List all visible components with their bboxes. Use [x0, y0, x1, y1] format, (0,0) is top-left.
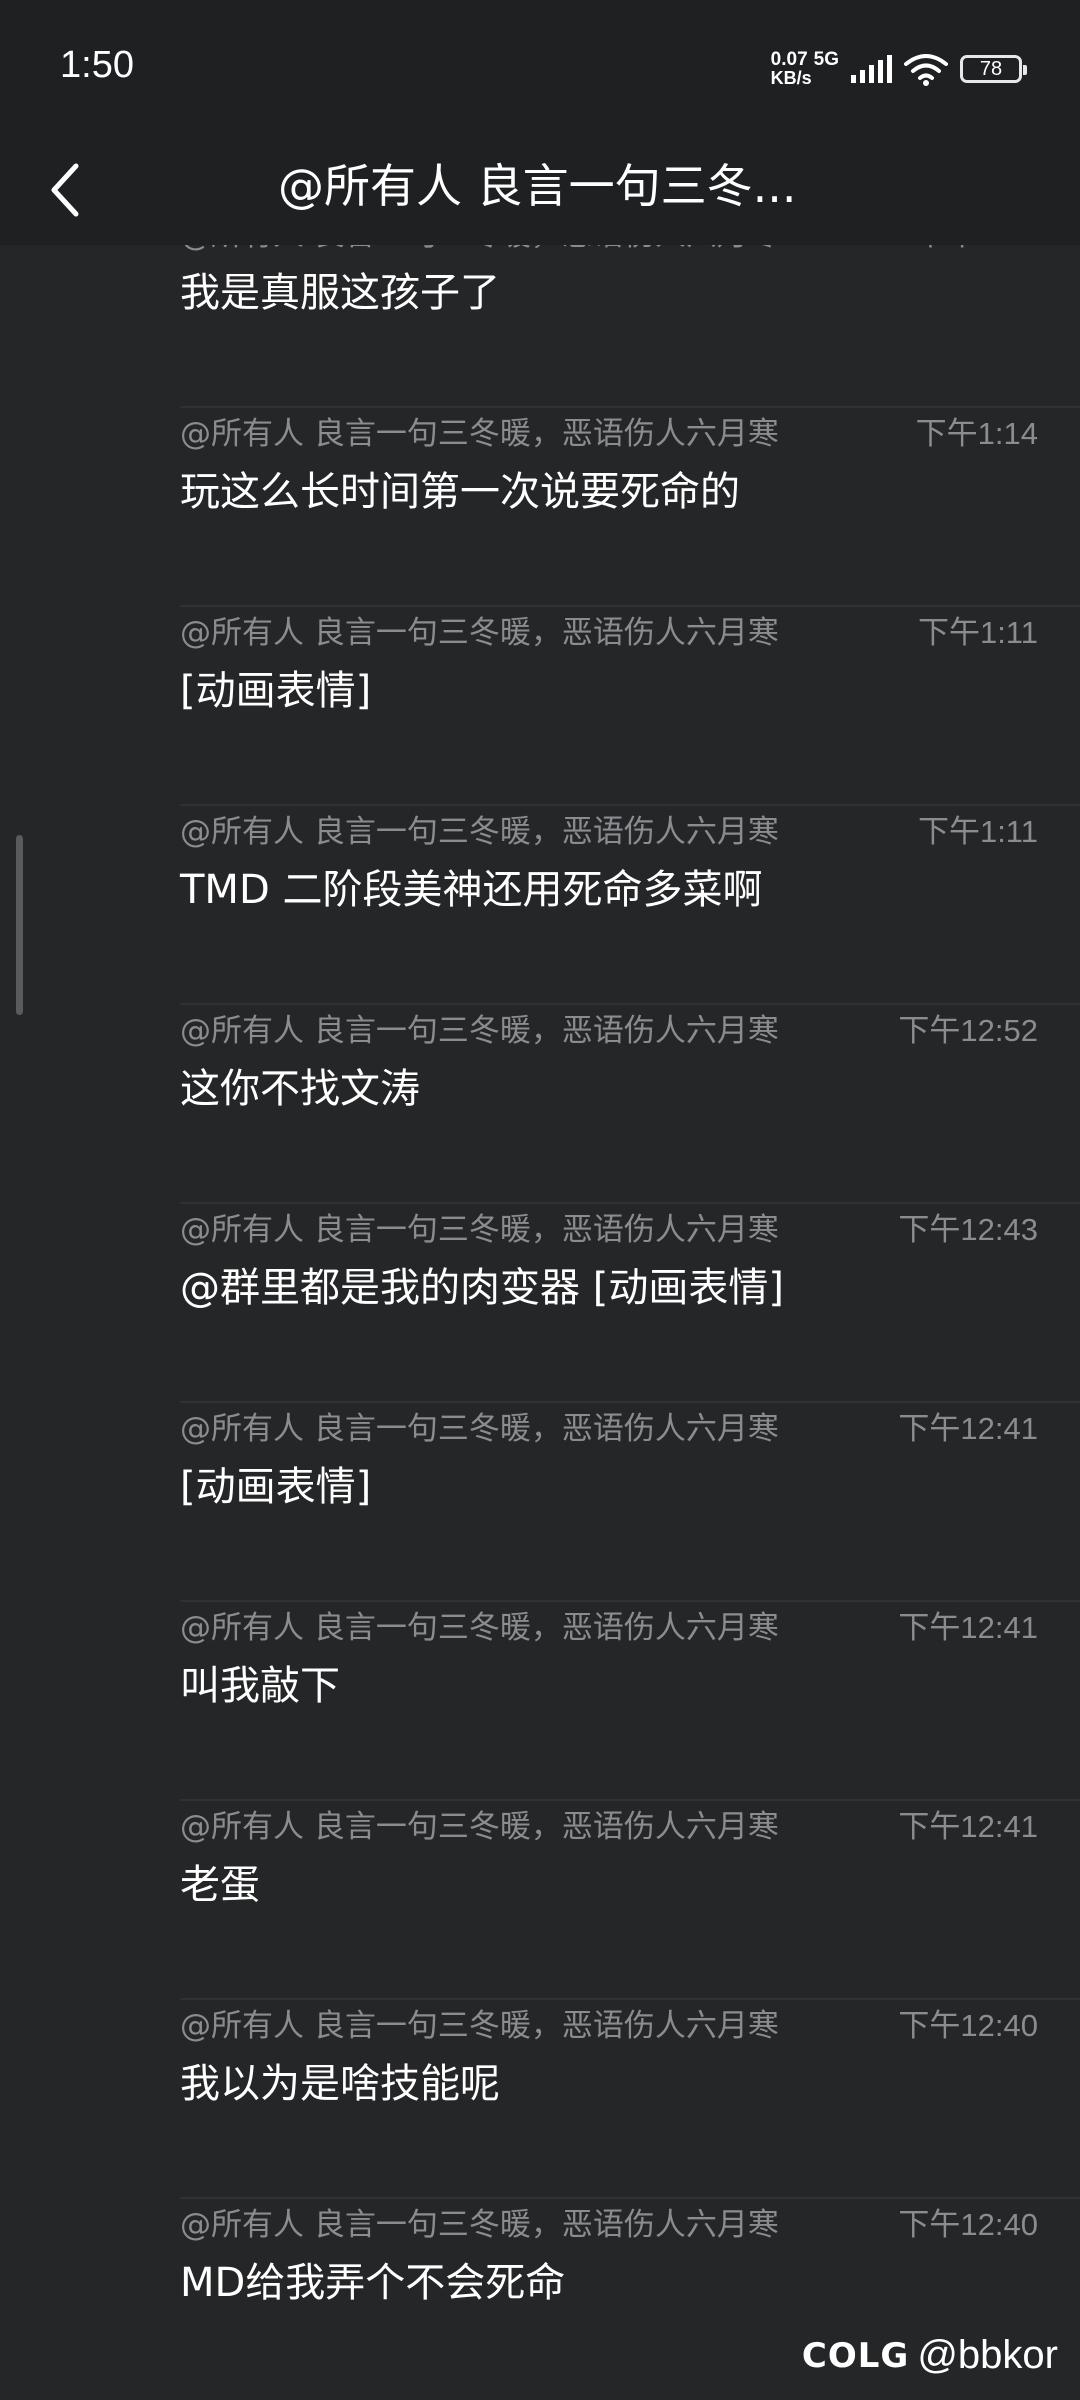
message-time: 下午1:14 [916, 245, 1038, 257]
message-time: 下午12:40 [898, 2008, 1038, 2043]
message-time: 下午12:41 [898, 1610, 1038, 1645]
network-speed: 0.07 5G KB/s [770, 49, 839, 88]
message-content: MD给我弄个不会死命 [180, 2260, 566, 2306]
status-icons: 0.07 5G KB/s 78 [770, 46, 1027, 92]
list-item[interactable]: @所有人 良言一句三冬暖，恶语伤人六月寒 下午1:14 玩这么长时间第一次说要死… [0, 408, 1080, 607]
watermark-logo: COLG [801, 2335, 910, 2376]
message-content: 我是真服这孩子了 [180, 270, 500, 316]
message-sender: @所有人 良言一句三冬暖，恶语伤人六月寒 [180, 245, 779, 257]
message-time: 下午1:14 [915, 416, 1038, 451]
message-content: [动画表情] [180, 1464, 372, 1510]
battery-level: 78 [979, 57, 1003, 80]
net-speed-unit: KB/s [770, 68, 812, 88]
list-item[interactable]: @所有人 良言一句三冬暖，恶语伤人六月寒 下午12:40 我以为是啥技能呢 [0, 2000, 1080, 2199]
battery-icon: 78 [960, 55, 1027, 83]
nav-bar: @所有人 良言一句三冬... [0, 140, 1080, 245]
watermark: COLG @bbkor [802, 2333, 1058, 2378]
message-content: 叫我敲下 [180, 1663, 340, 1709]
list-item[interactable]: @所有人 良言一句三冬暖，恶语伤人六月寒 下午1:11 TMD 二阶段美神还用死… [0, 806, 1080, 1005]
net-speed-value: 0.07 [770, 49, 808, 70]
status-time: 1:50 [60, 44, 134, 86]
message-list[interactable]: @所有人 良言一句三冬暖，恶语伤人六月寒 下午1:14 我是真服这孩子了 @所有… [0, 245, 1080, 2400]
list-item[interactable]: @所有人 良言一句三冬暖，恶语伤人六月寒 下午12:41 叫我敲下 [0, 1602, 1080, 1801]
message-content: 老蛋 [180, 1862, 260, 1908]
list-item[interactable]: @所有人 良言一句三冬暖，恶语伤人六月寒 下午1:11 [动画表情] [0, 607, 1080, 806]
list-item[interactable]: @所有人 良言一句三冬暖，恶语伤人六月寒 下午12:52 这你不找文涛 [0, 1005, 1080, 1204]
message-time: 下午1:11 [917, 615, 1038, 650]
message-content: 玩这么长时间第一次说要死命的 [180, 469, 740, 515]
back-button[interactable] [30, 150, 100, 230]
message-content: @群里都是我的肉变器 [动画表情] [180, 1265, 784, 1311]
message-sender: @所有人 良言一句三冬暖，恶语伤人六月寒 [180, 615, 779, 651]
message-content: 我以为是啥技能呢 [180, 2061, 500, 2107]
wifi-icon [904, 54, 948, 86]
message-sender: @所有人 良言一句三冬暖，恶语伤人六月寒 [180, 814, 779, 850]
status-bar: 1:50 0.07 5G KB/s 78 [0, 0, 1080, 140]
scrollbar[interactable] [16, 835, 23, 1015]
net-type: 5G [813, 49, 839, 70]
list-item[interactable]: @所有人 良言一句三冬暖，恶语伤人六月寒 下午12:41 [动画表情] [0, 1403, 1080, 1602]
message-sender: @所有人 良言一句三冬暖，恶语伤人六月寒 [180, 1212, 779, 1248]
message-time: 下午12:40 [898, 2207, 1038, 2242]
list-item[interactable]: @所有人 良言一句三冬暖，恶语伤人六月寒 下午12:41 老蛋 [0, 1801, 1080, 2000]
message-sender: @所有人 良言一句三冬暖，恶语伤人六月寒 [180, 1013, 779, 1049]
message-time: 下午1:11 [917, 814, 1038, 849]
message-sender: @所有人 良言一句三冬暖，恶语伤人六月寒 [180, 1809, 779, 1845]
message-time: 下午12:52 [898, 1013, 1038, 1048]
list-item[interactable]: @所有人 良言一句三冬暖，恶语伤人六月寒 下午1:14 我是真服这孩子了 [0, 245, 1080, 408]
page-title: @所有人 良言一句三冬... [278, 159, 797, 213]
message-time: 下午12:41 [898, 1411, 1038, 1446]
message-content: TMD 二阶段美神还用死命多菜啊 [180, 867, 763, 913]
message-sender: @所有人 良言一句三冬暖，恶语伤人六月寒 [180, 2008, 779, 2044]
message-content: 这你不找文涛 [180, 1066, 420, 1112]
message-time: 下午12:43 [898, 1212, 1038, 1247]
list-item[interactable]: @所有人 良言一句三冬暖，恶语伤人六月寒 下午12:43 @群里都是我的肉变器 … [0, 1204, 1080, 1403]
message-time: 下午12:41 [898, 1809, 1038, 1844]
chevron-left-icon [51, 163, 79, 217]
message-sender: @所有人 良言一句三冬暖，恶语伤人六月寒 [180, 1610, 779, 1646]
signal-icon [851, 55, 892, 83]
message-sender: @所有人 良言一句三冬暖，恶语伤人六月寒 [180, 416, 779, 452]
message-content: [动画表情] [180, 668, 372, 714]
watermark-handle: @bbkor [917, 2333, 1058, 2377]
message-sender: @所有人 良言一句三冬暖，恶语伤人六月寒 [180, 2207, 779, 2243]
message-sender: @所有人 良言一句三冬暖，恶语伤人六月寒 [180, 1411, 779, 1447]
